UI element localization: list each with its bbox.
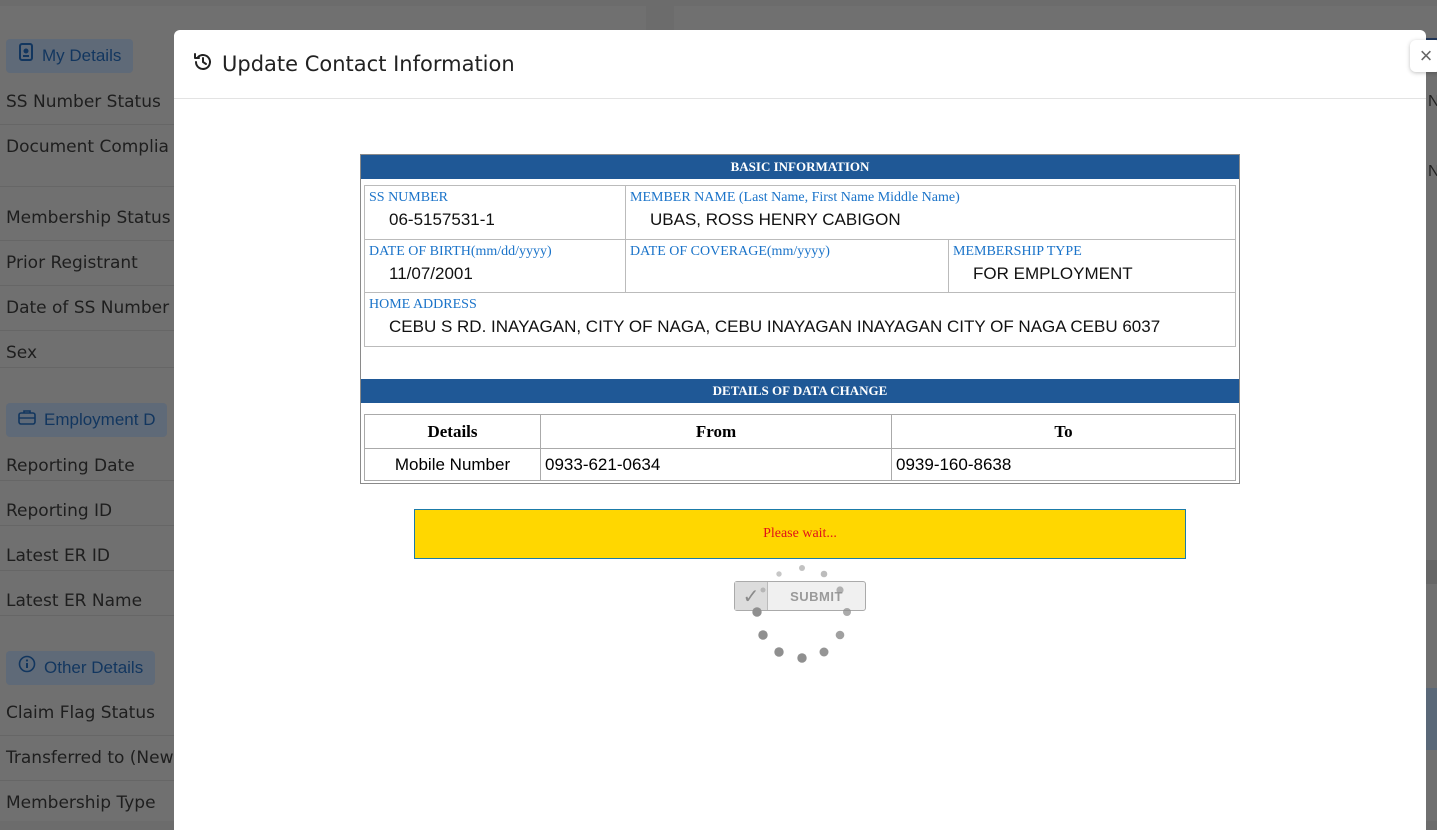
spinner-dot [799, 565, 805, 571]
id-badge-icon [18, 39, 34, 73]
spinner-dot [752, 607, 762, 617]
detail-label: Prior Registrant [6, 253, 138, 273]
spinner-dot [758, 630, 768, 640]
detail-label: Claim Flag Status [6, 703, 155, 723]
section-employment-details[interactable]: Employment D [6, 403, 168, 437]
background-band [1426, 688, 1437, 750]
spinner-dot [836, 586, 844, 594]
background-divider [1426, 560, 1437, 584]
spinner-dot [819, 647, 829, 657]
spinner-dot [774, 647, 784, 657]
spinner-dot [776, 571, 782, 577]
briefcase-icon [18, 403, 36, 437]
detail-label: Latest ER ID [6, 546, 111, 566]
detail-label: Membership Type [6, 793, 156, 813]
detail-label: Document Complia [6, 137, 169, 157]
section-my-details[interactable]: My Details [6, 39, 134, 73]
detail-label: Membership Status [6, 208, 171, 228]
section-label: Other Details [44, 658, 144, 677]
detail-label: Transferred to (New [6, 748, 174, 768]
detail-label: Date of SS Number [6, 298, 170, 318]
background-value: NA [1428, 93, 1437, 110]
detail-label: SS Number Status [6, 92, 161, 112]
background-value: NA [1428, 163, 1437, 180]
loading-spinner-icon [752, 565, 851, 663]
section-other-details[interactable]: Other Details [6, 651, 156, 685]
update-contact-modal: Update Contact Information × BASIC INFOR… [174, 30, 1437, 830]
detail-label: Reporting ID [6, 501, 113, 521]
detail-label: Reporting Date [6, 456, 135, 476]
spinner-dot [797, 653, 807, 663]
info-circle-icon [18, 651, 36, 685]
detail-label: Sex [6, 343, 38, 363]
spinner-dot [843, 608, 851, 616]
spinner-dot [820, 570, 828, 578]
spinner-dot [835, 630, 845, 640]
section-label: My Details [42, 46, 122, 65]
spinner-dot [760, 587, 766, 593]
detail-label: Latest ER Name [6, 591, 143, 611]
section-label: Employment D [44, 410, 156, 429]
